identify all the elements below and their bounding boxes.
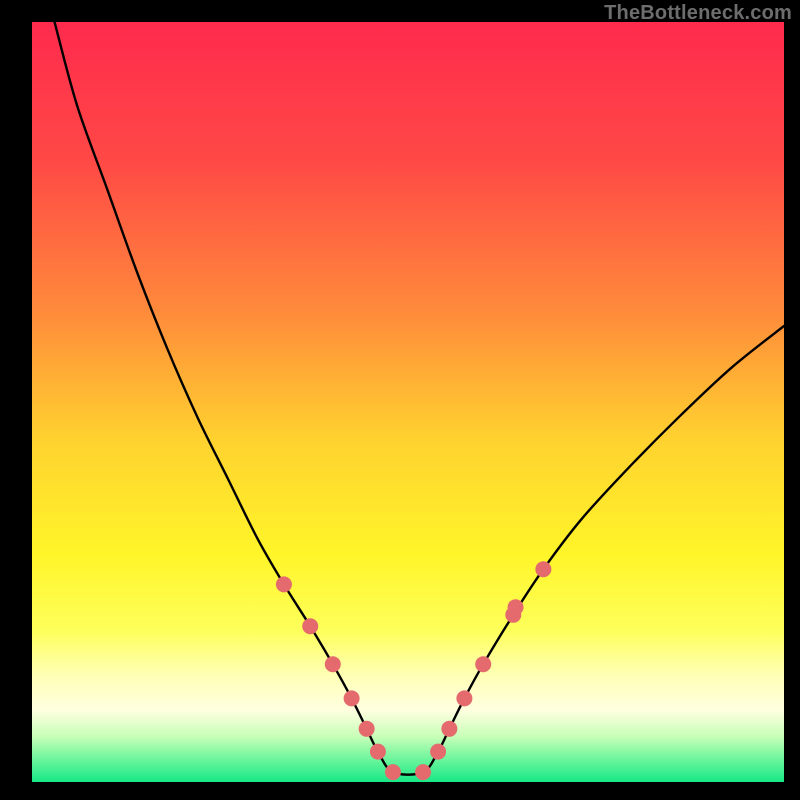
- threshold-dot: [475, 656, 491, 672]
- threshold-dot: [359, 721, 375, 737]
- threshold-dot: [276, 576, 292, 592]
- watermark-label: TheBottleneck.com: [604, 2, 792, 25]
- bottleneck-curve: [55, 22, 784, 775]
- chart-frame: TheBottleneck.com: [0, 0, 800, 800]
- threshold-dot: [325, 656, 341, 672]
- plot-area: [32, 22, 784, 782]
- threshold-dot: [441, 721, 457, 737]
- threshold-dot: [508, 599, 524, 615]
- threshold-dot: [430, 744, 446, 760]
- threshold-dots: [276, 561, 551, 780]
- threshold-dot: [535, 561, 551, 577]
- chart-overlay: [32, 22, 784, 782]
- threshold-dot: [385, 764, 401, 780]
- threshold-dot: [456, 690, 472, 706]
- threshold-dot: [302, 618, 318, 634]
- threshold-dot: [415, 764, 431, 780]
- threshold-dot: [370, 744, 386, 760]
- threshold-dot: [344, 690, 360, 706]
